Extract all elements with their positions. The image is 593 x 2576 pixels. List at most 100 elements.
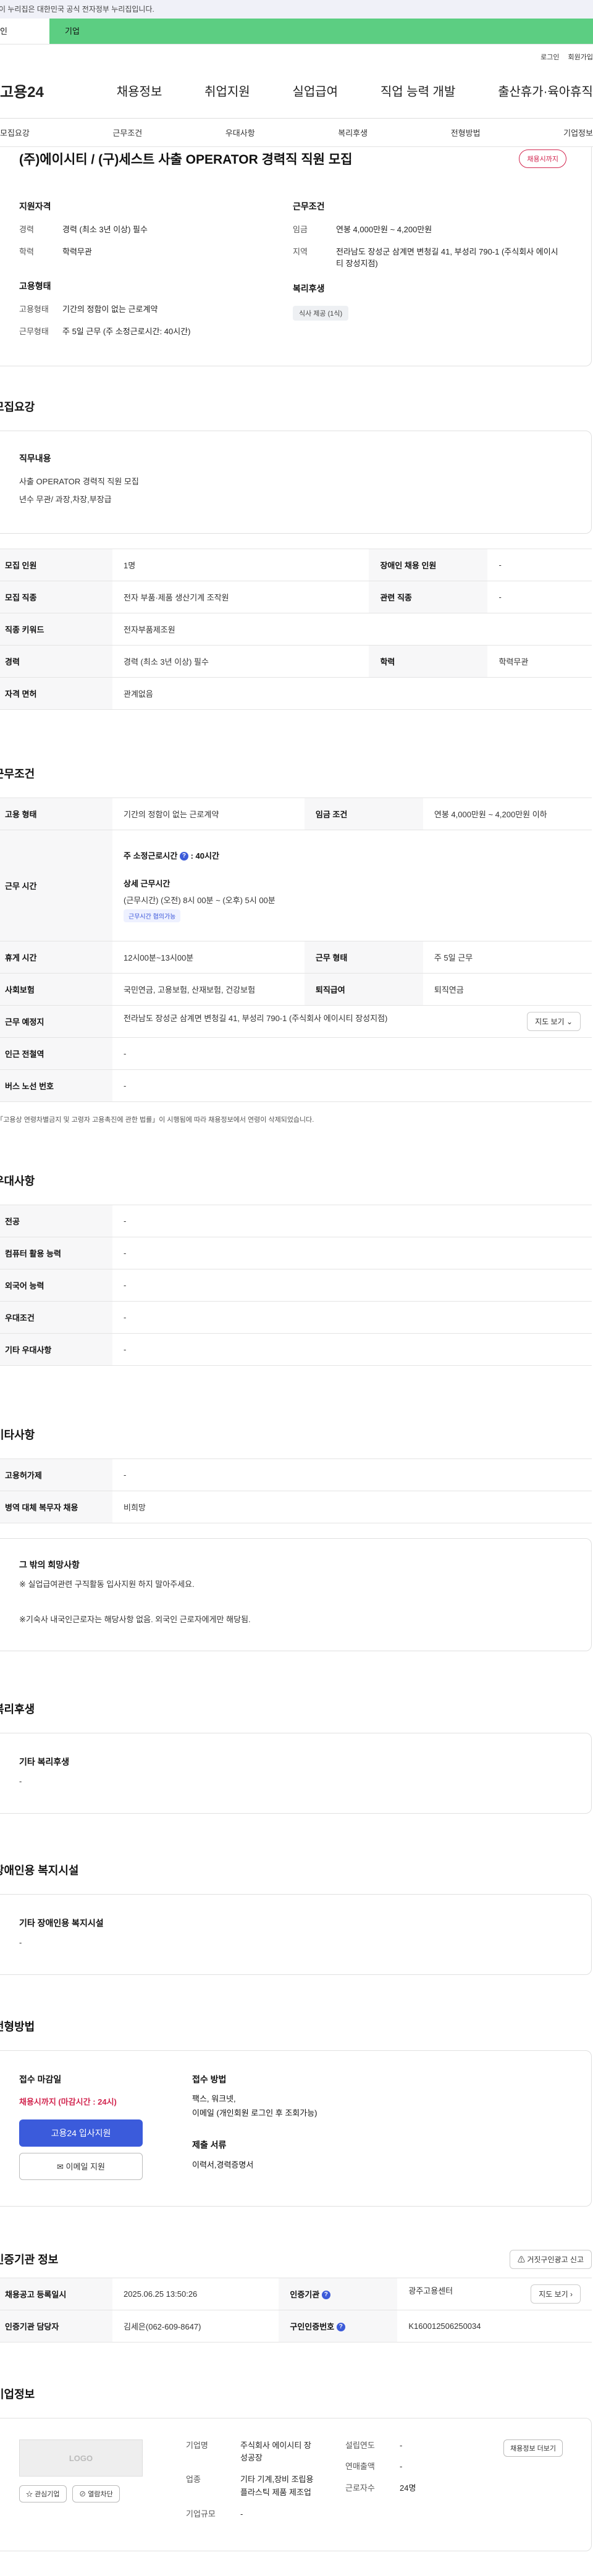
table-row: 모집 직종 전자 부품·제품 생산기계 조작원 관련 직종 - — [0, 581, 592, 614]
row-value: 전자부품제조원 — [112, 613, 592, 646]
work-type-label: 근무형태 — [19, 326, 49, 336]
employment-type-value: 기간의 정함이 없는 근로계약 — [62, 305, 158, 314]
duty-line: 사출 OPERATOR 경력직 직원 모집 — [19, 477, 139, 486]
nav-job-info[interactable]: 채용정보 — [117, 82, 162, 99]
subnav-recruit[interactable]: 모집요강 — [0, 127, 30, 138]
gov-banner-text: 이 누리집은 대한민국 공식 전자정부 누리집입니다. — [0, 5, 154, 14]
row-label: 직종 키워드 — [0, 613, 112, 646]
table-row: 직종 키워드 전자부품제조원 — [0, 613, 592, 646]
row-label: 퇴직급여 — [304, 973, 423, 1006]
email-apply-button[interactable]: ✉ 이메일 지원 — [19, 2152, 143, 2180]
nav-skill-development[interactable]: 직업 능력 개발 — [381, 82, 456, 99]
conditions-title: 근무조건 — [293, 201, 325, 211]
row-label: 인증기관 ? — [279, 2277, 398, 2310]
subnav-company[interactable]: 기업정보 — [563, 127, 593, 138]
more-jobs-button[interactable]: 채용정보 더보기 — [503, 2439, 563, 2457]
subnav-preference[interactable]: 우대사항 — [225, 127, 255, 138]
welfare-title: 복리후생 — [293, 283, 325, 293]
report-button[interactable]: ⚠ 거짓구인광고 신고 — [509, 2249, 592, 2269]
recruit-table: 모집 인원 1명 장애인 채용 인원 - 모집 직종 전자 부품·제품 생산기계 조작원… — [0, 549, 592, 710]
duty-title: 직무내용 — [19, 453, 51, 463]
table-row: 외국어 능력 - — [0, 1269, 592, 1302]
row-label: 장애인 채용 인원 — [369, 549, 488, 582]
favorite-company-button[interactable]: ☆ 관심기업 — [19, 2485, 67, 2502]
row-label: 관련 직종 — [369, 581, 488, 614]
subnav-conditions[interactable]: 근무조건 — [112, 127, 142, 138]
qualification-title: 지원자격 — [19, 201, 51, 211]
industry-label: 업종 — [186, 2475, 201, 2485]
apply-button[interactable]: 고용24 입사지원 — [19, 2119, 143, 2147]
nav-unemployment-benefit[interactable]: 실업급여 — [292, 82, 338, 99]
row-value: 퇴직연금 — [423, 973, 592, 1006]
info-icon[interactable]: ? — [336, 2323, 345, 2332]
method-value: 팩스, 워크넷, — [192, 2094, 236, 2103]
row-label: 자격 면허 — [0, 677, 112, 710]
table-row: 인증기관 담당자 김세은(062-609-8647) 구인인증번호 ? K160012… — [0, 2309, 592, 2342]
row-label: 고용허가제 — [0, 1458, 112, 1492]
agency-map-button[interactable]: 지도 보기 › — [531, 2284, 581, 2304]
time-std-value: : 40시간 — [190, 851, 219, 861]
member-tabs: 개인 기업 — [0, 19, 593, 44]
welfare-tag: 식사 제공 (1식) — [293, 305, 349, 321]
num-label: 구인인증번호 — [290, 2321, 335, 2331]
disabled-box-value: - — [19, 1937, 22, 1947]
work-type-value: 주 5일 근무 (주 소정근로시간: 40시간) — [62, 326, 191, 336]
row-value: 비희망 — [112, 1491, 592, 1524]
location-label: 지역 — [293, 246, 308, 256]
report-button-label: 거짓구인광고 신고 — [527, 2255, 584, 2264]
table-row: 버스 노선 번호 - — [0, 1069, 592, 1103]
subnav-selection[interactable]: 전형방법 — [451, 127, 481, 138]
info-icon[interactable]: ? — [179, 852, 188, 861]
row-label: 근무 시간 — [0, 830, 112, 942]
wage-label: 임금 — [293, 225, 308, 234]
other-wishes-line: ※ 실업급여관련 구직활동 입사지원 하지 말아주세요. — [19, 1580, 195, 1589]
row-label: 전공 — [0, 1205, 112, 1238]
row-label: 외국어 능력 — [0, 1269, 112, 1302]
login-link[interactable]: 로그인 — [540, 52, 559, 63]
row-value: - — [112, 1333, 592, 1366]
company-name-label: 기업명 — [186, 2440, 208, 2450]
nav-parental-leave[interactable]: 출산휴가·육아휴직 — [498, 82, 593, 99]
disabled-card: 기타 장애인용 복지시설 - — [0, 1893, 592, 1975]
etc-table: 고용허가제 - 병역 대체 복무자 채용 비희망 — [0, 1458, 592, 1524]
row-value: 김세은(062-609-8647) — [112, 2309, 279, 2342]
map-button[interactable]: 지도 보기 ⌄ — [527, 1012, 581, 1032]
row-value: 경력 (최소 3년 이상) 필수 — [112, 645, 369, 678]
tab-person[interactable]: 개인 — [0, 19, 49, 44]
work-place-text: 전라남도 장성군 삼계면 변청길 41, 부성리 790-1 (주식회사 에이시… — [124, 1014, 388, 1024]
info-icon[interactable]: ? — [321, 2291, 330, 2300]
nav-employment-support[interactable]: 취업지원 — [204, 82, 250, 99]
tab-company[interactable]: 기업 — [49, 19, 593, 44]
row-value: - — [112, 1205, 592, 1238]
block-company-button[interactable]: ⊘ 열람차단 — [72, 2485, 120, 2502]
main-nav: 고용24 채용정보 취업지원 실업급여 직업 능력 개발 출산휴가·육아휴직 — [0, 63, 593, 119]
welfare-box-value: - — [19, 1777, 22, 1787]
hire-pill: 근무시간 협의가능 — [124, 909, 181, 922]
util-links: 로그인 회원가입 — [0, 44, 593, 63]
row-label: 고용 형태 — [0, 798, 112, 831]
disabled-box-title: 기타 장애인용 복지시설 — [19, 1917, 104, 1928]
agency-heading: 인증기관 정보 — [0, 2254, 59, 2267]
duty-line: 년수 무관/ 과장,차장,부장급 — [19, 494, 112, 504]
education-label: 학력 — [19, 246, 34, 256]
table-row: 우대조건 - — [0, 1301, 592, 1334]
career-value: 경력 (최소 3년 이상) 필수 — [62, 225, 148, 234]
deadline-title: 접수 마감일 — [19, 2074, 62, 2084]
row-label: 인증기관 담당자 — [0, 2309, 112, 2342]
table-row: 채용공고 등록일시 2025.06.25 13:50:26 인증기관 ? 광주고용센터… — [0, 2277, 592, 2310]
row-value: 광주고용센터 지도 보기 › — [397, 2277, 592, 2310]
industry-value: 기타 기계,장비 조립용 플라스틱 제품 제조업 — [240, 2475, 314, 2497]
founded-value: - — [400, 2440, 403, 2450]
disabled-heading: 장애인용 복지시설 — [0, 1864, 79, 1877]
row-value: 12시00분~13시00분 — [112, 941, 305, 974]
row-label: 채용공고 등록일시 — [0, 2277, 112, 2310]
founded-label: 설립연도 — [345, 2440, 375, 2450]
site-logo[interactable]: 고용24 — [0, 80, 74, 101]
age-note: *「고용상 연령차별금지 및 고령자 고용촉진에 관한 법률」이 시행됨에 따라… — [0, 1116, 314, 1124]
subnav-welfare[interactable]: 복리후생 — [338, 127, 368, 138]
other-wishes-title: 그 밖의 희망사항 — [19, 1560, 80, 1570]
row-label: 컴퓨터 활용 능력 — [0, 1237, 112, 1270]
signup-link[interactable]: 회원가입 — [568, 52, 593, 63]
company-heading: 기업정보 — [0, 2388, 35, 2401]
row-label: 병역 대체 복무자 채용 — [0, 1491, 112, 1524]
